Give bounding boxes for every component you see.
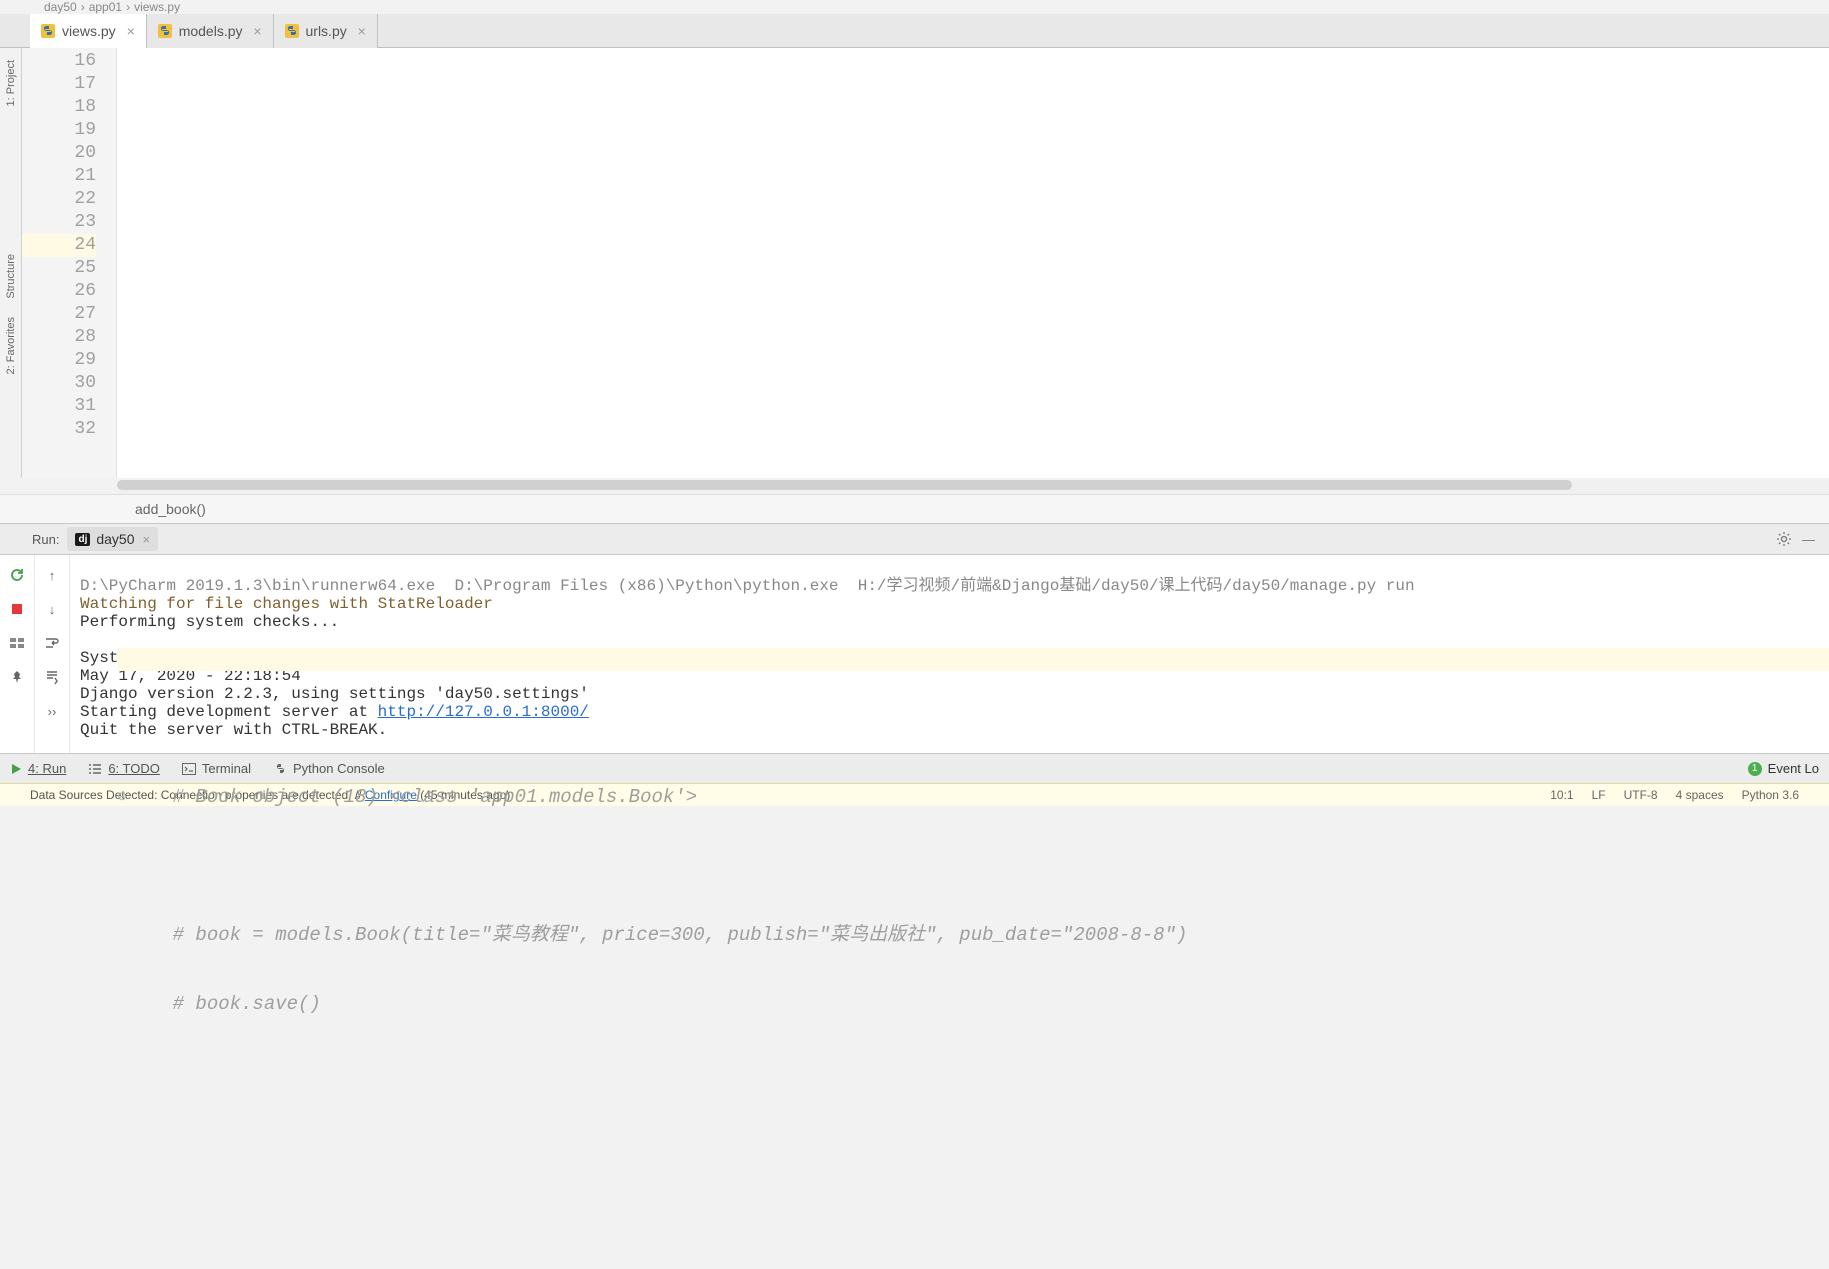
code-comment: # book.save() xyxy=(173,993,321,1015)
python-file-icon xyxy=(40,23,56,39)
close-icon[interactable]: × xyxy=(251,24,265,38)
tab-views[interactable]: views.py × xyxy=(30,14,147,48)
tool-structure[interactable]: Structure xyxy=(5,250,17,303)
close-icon[interactable]: × xyxy=(355,24,369,38)
tab-label: urls.py xyxy=(306,23,347,39)
django-icon: dj xyxy=(75,533,90,546)
tab-label: views.py xyxy=(62,23,116,39)
left-tool-strip: 1: Project Structure 2: Favorites xyxy=(0,48,22,478)
tool-favorites[interactable]: 2: Favorites xyxy=(5,313,17,378)
up-icon[interactable]: ↑ xyxy=(42,565,62,585)
line-number-gutter: 16 17 18 19 20 21 22 23 24 25 26 27 28 2… xyxy=(22,48,117,478)
scroll-to-end-button[interactable] xyxy=(42,667,62,687)
tab-urls[interactable]: urls.py × xyxy=(274,14,378,48)
code-comment: # book = models.Book(title="菜鸟教程", price… xyxy=(173,924,1188,946)
run-label: Run: xyxy=(32,532,59,547)
python-file-icon xyxy=(284,23,300,39)
more-icon[interactable]: ›› xyxy=(42,701,62,721)
bottom-run-button[interactable]: 4: Run xyxy=(10,761,66,776)
python-file-icon xyxy=(157,23,173,39)
rerun-button[interactable] xyxy=(7,565,27,585)
code-comment: # Book object (18) <class 'app01.models.… xyxy=(173,786,698,808)
stop-button[interactable] xyxy=(7,599,27,619)
breadcrumb-item[interactable]: app01 xyxy=(89,0,122,14)
tool-project[interactable]: 1: Project xyxy=(5,56,17,110)
run-toolbar-secondary: ↑ ↓ ›› xyxy=(35,555,70,753)
breadcrumb-item[interactable]: day50 xyxy=(44,0,77,14)
soft-wrap-button[interactable] xyxy=(42,633,62,653)
close-icon[interactable]: × xyxy=(124,24,138,38)
fold-icon[interactable]: ⊖ xyxy=(117,786,127,809)
code-editor[interactable]: ⊖ # Book object (18) <class 'app01.model… xyxy=(117,48,1829,478)
tab-label: models.py xyxy=(179,23,243,39)
down-icon[interactable]: ↓ xyxy=(42,599,62,619)
editor-tabs-bar: views.py × models.py × urls.py × xyxy=(0,14,1829,48)
editor-area: 1: Project Structure 2: Favorites 16 17 … xyxy=(0,48,1829,478)
layout-button[interactable] xyxy=(7,633,27,653)
breadcrumb: day50› app01› views.py xyxy=(0,0,1829,14)
tab-models[interactable]: models.py × xyxy=(147,14,274,48)
breadcrumb-item[interactable]: views.py xyxy=(134,0,180,14)
pin-button[interactable] xyxy=(7,667,27,687)
run-toolbar-primary xyxy=(0,555,35,753)
